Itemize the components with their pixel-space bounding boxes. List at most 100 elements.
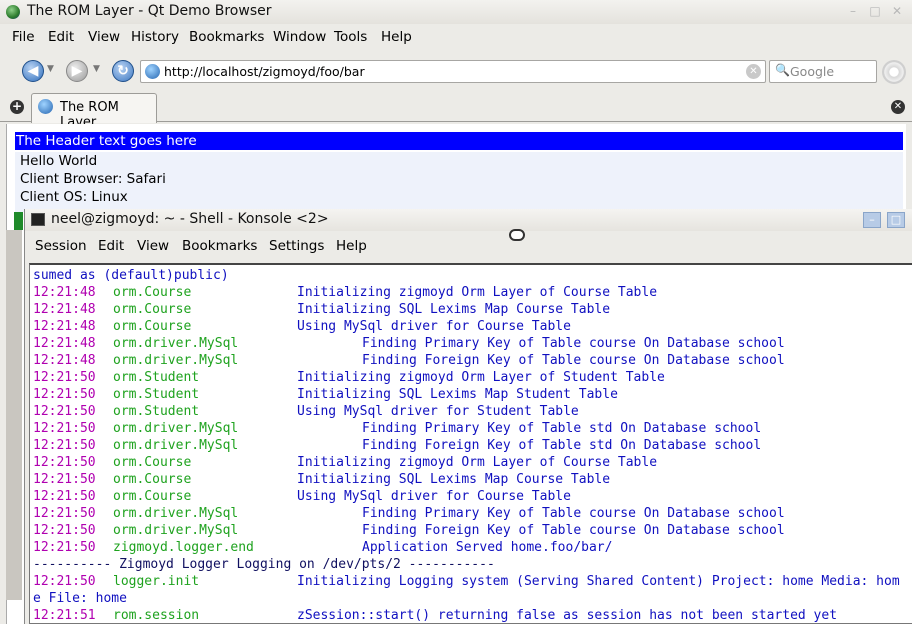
konsole-titlebar[interactable]: neel@zigmoyd: ~ - Shell - Konsole <2> – … xyxy=(25,209,912,231)
reload-button[interactable]: ↻ xyxy=(112,60,134,82)
log-message: Finding Primary Key of Table course On D… xyxy=(362,506,785,521)
log-module: orm.Course xyxy=(113,302,192,317)
page-line-os: Client OS: Linux xyxy=(20,189,128,205)
forward-history-dropdown-icon[interactable]: ▼ xyxy=(93,64,100,74)
konsole-window: neel@zigmoyd: ~ - Shell - Konsole <2> – … xyxy=(24,209,912,624)
log-module: orm.driver.MySql xyxy=(113,336,239,351)
konsole-menu-view[interactable]: View xyxy=(137,238,169,254)
tab-globe-icon xyxy=(38,99,53,114)
log-timestamp: 12:21:50 xyxy=(33,472,96,487)
konsole-menu-bookmarks[interactable]: Bookmarks xyxy=(182,238,257,254)
page-line-browser: Client Browser: Safari xyxy=(20,171,166,187)
log-message: Initializing zigmoyd Orm Layer of Course… xyxy=(297,285,658,300)
konsole-menu-session[interactable]: Session xyxy=(35,238,87,254)
window-edge xyxy=(6,230,22,600)
log-timestamp: 12:21:50 xyxy=(33,438,96,453)
menu-view[interactable]: View xyxy=(88,29,120,45)
back-history-dropdown-icon[interactable]: ▼ xyxy=(47,64,54,74)
log-message: Finding Foreign Key of Table course On D… xyxy=(362,353,785,368)
log-module: orm.driver.MySql xyxy=(113,506,239,521)
log-message: Finding Foreign Key of Table course On D… xyxy=(362,523,785,538)
konsole-menu-edit[interactable]: Edit xyxy=(98,238,124,254)
log-timestamp: 12:21:50 xyxy=(33,574,96,589)
log-message: Finding Foreign Key of Table std On Data… xyxy=(362,438,762,453)
log-message: Using MySql driver for Course Table xyxy=(297,319,571,334)
log-message: Using MySql driver for Course Table xyxy=(297,489,571,504)
konsole-window-title: neel@zigmoyd: ~ - Shell - Konsole <2> xyxy=(51,211,329,227)
maximize-button[interactable]: □ xyxy=(868,4,882,18)
log-timestamp: 12:21:50 xyxy=(33,506,96,521)
konsole-menu-help[interactable]: Help xyxy=(336,238,367,254)
log-module: orm.Course xyxy=(113,285,192,300)
log-timestamp: 12:21:48 xyxy=(33,319,96,334)
log-module: rom.session xyxy=(113,608,200,623)
search-icon: 🔍 xyxy=(775,63,790,77)
tab-the-rom-layer[interactable]: The ROM Layer xyxy=(31,93,157,130)
close-window-button[interactable]: ✕ xyxy=(890,4,904,18)
log-module: logger.init xyxy=(113,574,200,589)
browser-titlebar[interactable]: The ROM Layer - Qt Demo Browser – □ ✕ xyxy=(0,0,912,24)
background-window-edge xyxy=(14,212,23,230)
log-message: Finding Primary Key of Table course On D… xyxy=(362,336,785,351)
menu-bookmarks[interactable]: Bookmarks xyxy=(189,29,264,45)
browser-app-icon xyxy=(6,5,20,19)
log-continuation: sumed as (default)public) xyxy=(33,268,229,283)
konsole-menu-settings[interactable]: Settings xyxy=(269,238,324,254)
log-message: Initializing SQL Lexims Map Student Tabl… xyxy=(297,387,618,402)
forward-button[interactable]: ▶ xyxy=(66,60,88,82)
konsole-menubar: Session Edit View Bookmarks Settings Hel… xyxy=(25,237,912,259)
loading-throbber-icon xyxy=(882,60,906,84)
log-timestamp: 12:21:50 xyxy=(33,404,96,419)
tab-bar: + The ROM Layer ✕ xyxy=(0,92,912,130)
menu-edit[interactable]: Edit xyxy=(48,29,74,45)
reload-icon: ↻ xyxy=(117,63,129,79)
log-module: orm.Course xyxy=(113,455,192,470)
log-timestamp: 12:21:48 xyxy=(33,285,96,300)
log-timestamp: 12:21:50 xyxy=(33,489,96,504)
menu-file[interactable]: File xyxy=(12,29,35,45)
log-module: orm.Student xyxy=(113,404,200,419)
konsole-minimize-button[interactable]: – xyxy=(863,212,881,228)
log-message: Initializing Logging system (Serving Sha… xyxy=(297,574,900,589)
log-timestamp: 12:21:48 xyxy=(33,353,96,368)
clear-url-icon[interactable]: ✕ xyxy=(746,64,761,79)
terminal-icon xyxy=(31,213,45,226)
log-timestamp: 12:21:50 xyxy=(33,421,96,436)
menu-tools[interactable]: Tools xyxy=(334,29,367,45)
search-input[interactable]: 🔍 Google xyxy=(769,60,877,83)
log-message: Initializing SQL Lexims Map Course Table xyxy=(297,472,611,487)
menu-window[interactable]: Window xyxy=(273,29,326,45)
forward-arrow-icon: ▶ xyxy=(71,63,83,79)
log-module: orm.Student xyxy=(113,387,200,402)
new-tab-button[interactable]: + xyxy=(10,100,24,114)
back-button[interactable]: ◀ xyxy=(22,60,44,82)
log-timestamp: 12:21:50 xyxy=(33,387,96,402)
log-message: Initializing SQL Lexims Map Course Table xyxy=(297,302,611,317)
terminal-output[interactable]: sumed as (default)public) 12:21:48 orm.Cou… xyxy=(29,263,912,624)
menu-help[interactable]: Help xyxy=(381,29,412,45)
log-continuation: e File: home xyxy=(33,591,127,606)
log-module: orm.Course xyxy=(113,489,192,504)
url-input[interactable]: http://localhost/zigmoyd/foo/bar ✕ xyxy=(140,60,766,83)
close-tab-button[interactable]: ✕ xyxy=(891,100,905,114)
log-message: Using MySql driver for Student Table xyxy=(297,404,579,419)
konsole-maximize-button[interactable]: □ xyxy=(887,212,905,228)
log-module: orm.driver.MySql xyxy=(113,421,239,436)
browser-window-title: The ROM Layer - Qt Demo Browser xyxy=(27,3,272,19)
log-timestamp: 12:21:51 xyxy=(33,608,96,623)
log-timestamp: 12:21:50 xyxy=(33,523,96,538)
browser-menubar: File Edit View History Bookmarks Window … xyxy=(0,26,912,50)
site-globe-icon xyxy=(145,64,160,79)
log-timestamp: 12:21:50 xyxy=(33,455,96,470)
log-module: orm.Course xyxy=(113,472,192,487)
minimize-button[interactable]: – xyxy=(846,4,860,18)
log-timestamp: 12:21:50 xyxy=(33,540,96,555)
url-text: http://localhost/zigmoyd/foo/bar xyxy=(164,64,365,79)
log-module: orm.Course xyxy=(113,319,192,334)
log-message: Initializing zigmoyd Orm Layer of Studen… xyxy=(297,370,665,385)
log-module: orm.driver.MySql xyxy=(113,438,239,453)
log-message: zSession::start() returning false as ses… xyxy=(297,608,838,623)
log-message: Finding Primary Key of Table std On Data… xyxy=(362,421,762,436)
menu-history[interactable]: History xyxy=(131,29,179,45)
log-module: orm.Student xyxy=(113,370,200,385)
